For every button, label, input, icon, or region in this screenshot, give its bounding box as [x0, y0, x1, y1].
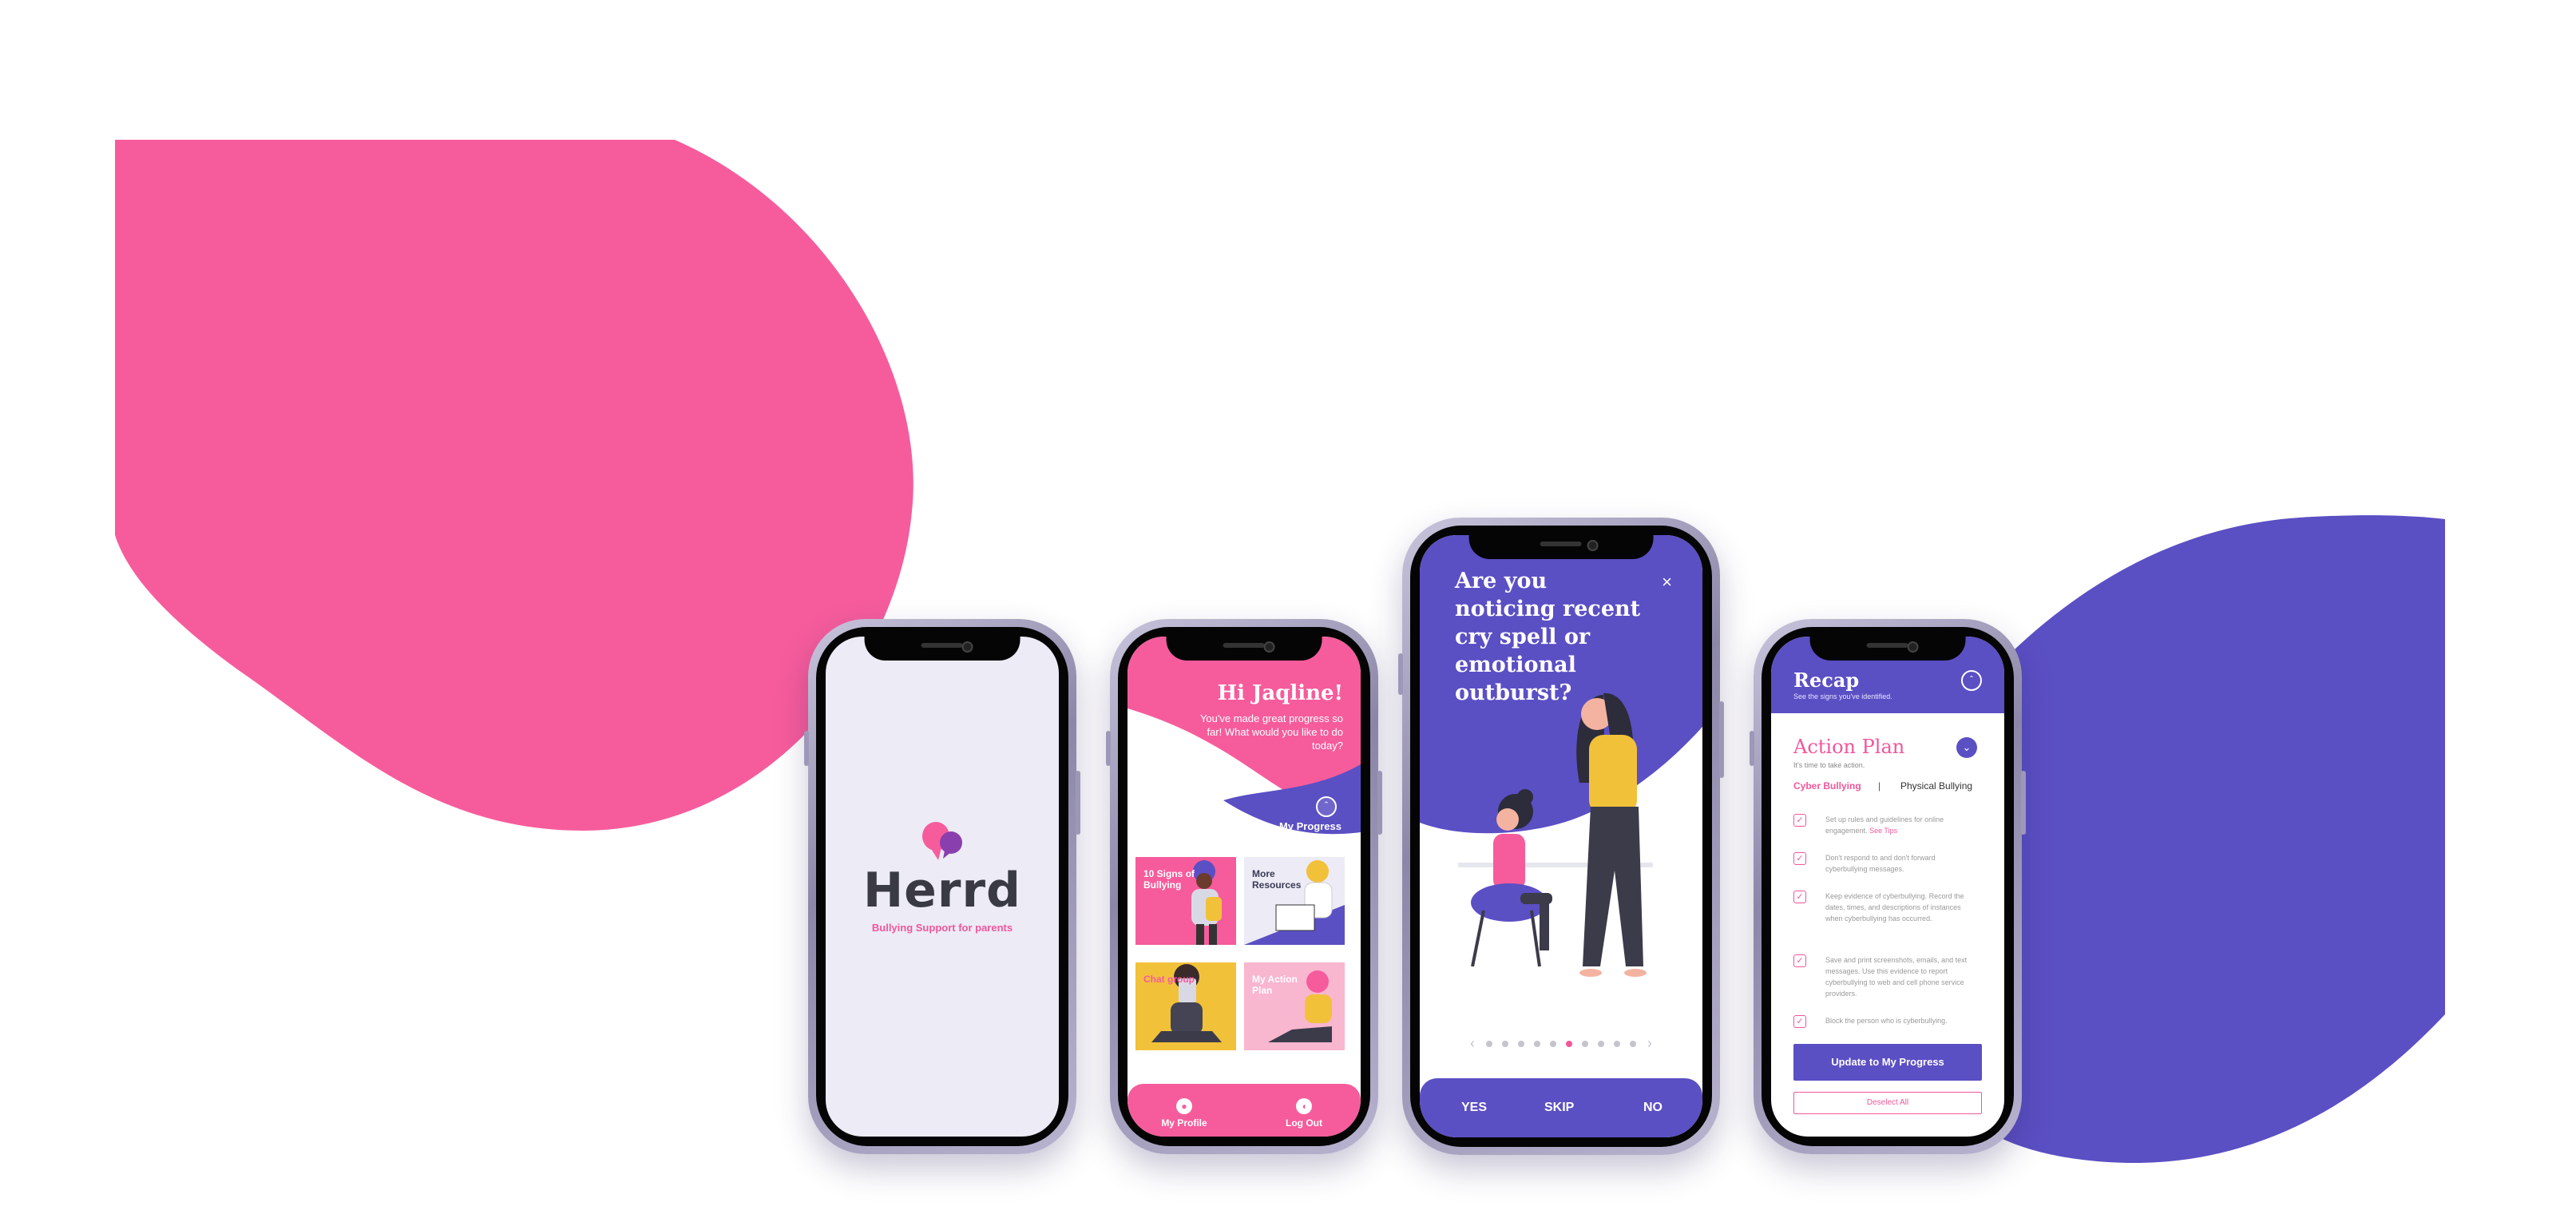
app-logo: Herrd Bullying Support for parents: [826, 819, 1059, 934]
phone-side-button: [1106, 731, 1111, 766]
phone-splash: Herrd Bullying Support for parents: [804, 619, 1080, 1154]
pagination-dot[interactable]: [1598, 1040, 1604, 1047]
pagination-dot[interactable]: [1534, 1040, 1540, 1047]
tile-label: 10 Signs of Bullying: [1143, 868, 1195, 891]
home-screen: Hi Jaqline! You've made great progress s…: [1127, 637, 1361, 1137]
checklist-item-text: Don't respond to and don't forward cyber…: [1825, 854, 1936, 873]
tile-more-resources[interactable]: More Resources: [1244, 857, 1345, 945]
pagination-dot[interactable]: [1550, 1040, 1556, 1047]
nav-log-out[interactable]: ◖ Log Out: [1260, 1098, 1348, 1129]
pagination-dot[interactable]: [1518, 1040, 1524, 1047]
answer-bar: YES SKIP NO: [1420, 1078, 1702, 1137]
speech-bubbles-icon: [922, 822, 962, 860]
checklist-item-text: Save and print screenshots, emails, and …: [1825, 956, 1968, 998]
no-button[interactable]: NO: [1643, 1101, 1663, 1115]
tile-label: My Action Plan: [1252, 974, 1298, 996]
checkbox-checked-icon[interactable]: ✓: [1793, 954, 1806, 967]
pagination-dot[interactable]: [1502, 1040, 1508, 1047]
recap-title: Recap: [1793, 669, 1860, 692]
app-name: Herrd: [862, 863, 1022, 919]
user-icon: ●: [1176, 1098, 1192, 1114]
tab-separator: |: [1878, 780, 1881, 792]
tile-signs-of-bullying[interactable]: 10 Signs of Bullying: [1135, 857, 1236, 945]
phone-recap: Recap See the signs you've identified. ˆ…: [1750, 619, 2026, 1154]
checklist-text: Set up rules and guidelines for online e…: [1825, 814, 1977, 836]
deselect-all-button[interactable]: Deselect All: [1793, 1092, 1982, 1114]
phone-side-button: [1398, 653, 1403, 695]
question-screen: Are you noticing recent cry spell or emo…: [1420, 535, 1702, 1137]
checkbox-checked-icon[interactable]: ✓: [1793, 814, 1806, 827]
yes-button[interactable]: YES: [1461, 1101, 1487, 1115]
pagination-dot[interactable]: [1486, 1040, 1492, 1047]
tile-label: Chat group: [1143, 974, 1195, 985]
phone-side-button: [2021, 771, 2026, 835]
bottom-nav: ● My Profile ◖ Log Out: [1127, 1084, 1361, 1137]
phone-home: Hi Jaqline! You've made great progress s…: [1106, 619, 1382, 1154]
my-progress-link[interactable]: My Progress: [1279, 820, 1342, 832]
app-tagline: Bullying Support for parents: [871, 922, 1013, 934]
greeting-title: Hi Jaqline!: [1217, 681, 1343, 705]
recap-subtitle: See the signs you've identified.: [1793, 692, 1892, 700]
phone-side-button: [804, 731, 809, 766]
pagination-dot[interactable]: [1614, 1040, 1620, 1047]
tab-cyber-bullying[interactable]: Cyber Bullying: [1793, 780, 1861, 792]
phone-notch: [864, 637, 1020, 661]
chevron-right-icon[interactable]: ›: [1647, 1035, 1652, 1052]
action-plan-subtitle: It's time to take action.: [1793, 761, 1865, 769]
phone-side-button: [1377, 771, 1382, 835]
checkbox-checked-icon[interactable]: ✓: [1793, 891, 1806, 903]
close-icon[interactable]: ×: [1662, 572, 1672, 593]
tile-action-plan[interactable]: My Action Plan: [1244, 962, 1345, 1050]
logout-icon: ◖: [1296, 1098, 1312, 1114]
question-title: Are you noticing recent cry spell or emo…: [1455, 569, 1641, 705]
nav-label: Log Out: [1286, 1117, 1322, 1129]
checkbox-checked-icon[interactable]: ✓: [1793, 1015, 1806, 1028]
splash-screen: Herrd Bullying Support for parents: [826, 637, 1059, 1137]
phone-notch: [1468, 535, 1654, 559]
update-progress-button[interactable]: Update to My Progress: [1793, 1044, 1982, 1081]
pagination-dots: ‹ ›: [1420, 1035, 1702, 1052]
tab-physical-bullying[interactable]: Physical Bullying: [1900, 780, 1972, 792]
chevron-left-icon[interactable]: ‹: [1470, 1035, 1475, 1052]
phone-notch: [1166, 637, 1322, 661]
tile-chat-group[interactable]: Chat group: [1135, 962, 1236, 1050]
pink-blob: [115, 140, 913, 831]
skip-button[interactable]: SKIP: [1544, 1101, 1574, 1115]
phone-side-button: [1076, 771, 1080, 835]
tile-label: More Resources: [1252, 868, 1302, 891]
chevron-up-icon[interactable]: ˆ: [1316, 796, 1337, 817]
greeting-subtitle: You've made great progress so far! What …: [1199, 712, 1343, 752]
pagination-dot-active[interactable]: [1566, 1040, 1572, 1047]
chevron-up-icon[interactable]: ˆ: [1961, 670, 1982, 691]
purple-blob: [1956, 515, 2445, 1164]
phone-side-button: [1719, 701, 1724, 778]
nav-my-profile[interactable]: ● My Profile: [1140, 1098, 1228, 1129]
phone-side-button: [1750, 731, 1754, 766]
see-tips-link[interactable]: See Tips: [1869, 827, 1897, 835]
checkbox-checked-icon[interactable]: ✓: [1793, 852, 1806, 865]
phone-notch: [1809, 637, 1966, 661]
nav-label: My Profile: [1161, 1117, 1207, 1129]
recap-screen: Recap See the signs you've identified. ˆ…: [1771, 637, 2004, 1137]
pagination-dot[interactable]: [1582, 1040, 1588, 1047]
chevron-down-icon[interactable]: ⌄: [1956, 737, 1977, 758]
checklist-item-text: Keep evidence of cyberbullying. Record t…: [1825, 892, 1964, 922]
action-plan-title: Action Plan: [1793, 736, 1905, 758]
checklist-item-text: Block the person who is cyberbullying.: [1825, 1017, 1948, 1025]
pagination-dot[interactable]: [1630, 1040, 1636, 1047]
phone-question: Are you noticing recent cry spell or emo…: [1398, 518, 1724, 1155]
